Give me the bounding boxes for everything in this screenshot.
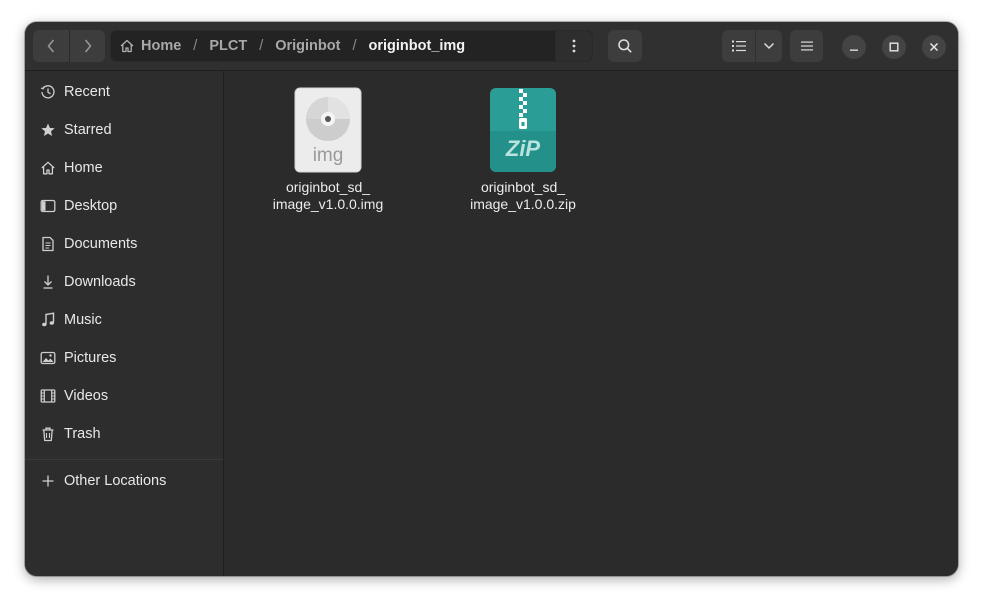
search-icon — [618, 39, 632, 53]
document-icon — [39, 235, 57, 253]
sidebar-item-videos[interactable]: Videos — [25, 379, 223, 413]
file-item[interactable]: img originbot_sd_ image_v1.0.0.img — [263, 87, 393, 213]
maximize-icon — [889, 42, 899, 52]
chevron-right-icon — [84, 39, 91, 53]
home-icon — [120, 39, 134, 53]
plus-icon — [39, 472, 57, 490]
picture-icon — [39, 349, 57, 367]
view-options-dropdown[interactable] — [756, 30, 782, 62]
sidebar-item-trash[interactable]: Trash — [25, 417, 223, 451]
breadcrumb: Home / PLCT / Originbot / originbot_img — [119, 31, 552, 61]
file-view: img originbot_sd_ image_v1.0.0.img ZiP o… — [224, 71, 958, 576]
breadcrumb-plct[interactable]: PLCT — [209, 38, 247, 54]
minimize-button[interactable] — [842, 35, 866, 59]
sidebar-item-desktop[interactable]: Desktop — [25, 189, 223, 223]
breadcrumb-separator: / — [352, 38, 357, 54]
breadcrumb-current-folder[interactable]: originbot_img — [369, 38, 466, 54]
search-button[interactable] — [608, 30, 642, 62]
sidebar-item-label: Pictures — [64, 350, 117, 366]
vertical-dots-icon — [572, 39, 576, 53]
clock-icon — [39, 83, 57, 101]
list-view-button[interactable] — [722, 30, 755, 62]
folder-menu-button[interactable] — [555, 31, 592, 61]
sidebar: Recent Starred Home Desktop Documents Do… — [25, 71, 224, 576]
file-name: originbot_sd_ image_v1.0.0.zip — [458, 179, 588, 213]
close-icon — [929, 42, 939, 52]
sidebar-item-label: Starred — [64, 122, 112, 138]
sidebar-item-starred[interactable]: Starred — [25, 113, 223, 147]
sidebar-item-label: Downloads — [64, 274, 136, 290]
trash-icon — [39, 425, 57, 443]
file-name-line: originbot_sd_ — [285, 179, 371, 195]
disc-image-icon: img — [294, 87, 362, 173]
chevron-down-icon — [763, 42, 775, 50]
file-name: originbot_sd_ image_v1.0.0.img — [263, 179, 393, 213]
zip-archive-icon: ZiP — [489, 87, 557, 173]
sidebar-item-documents[interactable]: Documents — [25, 227, 223, 261]
hamburger-menu-icon — [800, 41, 813, 51]
sidebar-item-label: Home — [64, 160, 103, 176]
close-button[interactable] — [922, 35, 946, 59]
sidebar-item-other-locations[interactable]: Other Locations — [25, 464, 223, 498]
view-switcher — [722, 30, 782, 62]
breadcrumb-separator: / — [259, 38, 264, 54]
sidebar-item-label: Recent — [64, 84, 110, 100]
maximize-button[interactable] — [882, 35, 906, 59]
file-name-line: image_v1.0.0.zip — [470, 196, 576, 212]
video-icon — [39, 387, 57, 405]
minimize-icon — [850, 49, 858, 51]
sidebar-item-label: Trash — [64, 426, 101, 442]
file-name-line: image_v1.0.0.img — [272, 196, 384, 212]
sidebar-item-recent[interactable]: Recent — [25, 75, 223, 109]
main-menu-button[interactable] — [790, 30, 823, 62]
file-item[interactable]: ZiP originbot_sd_ image_v1.0.0.zip — [458, 87, 588, 213]
music-icon — [39, 311, 57, 329]
sidebar-item-home[interactable]: Home — [25, 151, 223, 185]
sidebar-item-downloads[interactable]: Downloads — [25, 265, 223, 299]
sidebar-item-label: Music — [64, 312, 102, 328]
sidebar-divider — [25, 459, 223, 460]
navigation-buttons — [33, 30, 105, 62]
path-bar: Home / PLCT / Originbot / originbot_img — [110, 30, 593, 62]
forward-button[interactable] — [69, 30, 105, 62]
list-view-icon — [731, 40, 746, 52]
desktop-icon — [39, 197, 57, 215]
file-icon-text: ZiP — [505, 136, 541, 161]
sidebar-item-label: Other Locations — [64, 473, 167, 489]
sidebar-item-pictures[interactable]: Pictures — [25, 341, 223, 375]
file-name-line: originbot_sd_ — [480, 179, 566, 195]
headerbar: Home / PLCT / Originbot / originbot_img — [25, 22, 958, 71]
breadcrumb-home[interactable]: Home — [141, 38, 181, 54]
download-icon — [39, 273, 57, 291]
chevron-left-icon — [47, 39, 55, 53]
sidebar-item-label: Documents — [64, 236, 138, 252]
back-button[interactable] — [33, 30, 69, 62]
sidebar-item-music[interactable]: Music — [25, 303, 223, 337]
breadcrumb-separator: / — [193, 38, 198, 54]
breadcrumb-originbot[interactable]: Originbot — [275, 38, 340, 54]
file-manager-window: Home / PLCT / Originbot / originbot_img — [25, 22, 958, 576]
file-icon-text: img — [312, 145, 344, 166]
sidebar-item-label: Videos — [64, 388, 109, 404]
home-icon — [39, 159, 57, 177]
star-icon — [39, 121, 57, 139]
sidebar-item-label: Desktop — [64, 198, 118, 214]
